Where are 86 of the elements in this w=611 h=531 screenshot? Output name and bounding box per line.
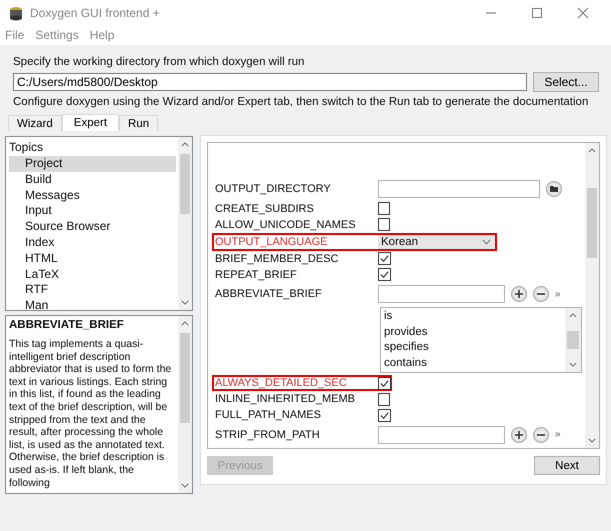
scroll-up-icon[interactable] bbox=[181, 142, 189, 147]
chevron-down-icon bbox=[482, 238, 491, 245]
checkbox[interactable] bbox=[378, 218, 390, 232]
setting-name: OUTPUT_LANGUAGE bbox=[215, 236, 328, 248]
working-dir-field[interactable]: C:/Users/md5800/Desktop bbox=[13, 73, 527, 91]
list-value[interactable]: is bbox=[384, 309, 562, 325]
remove-button[interactable] bbox=[533, 426, 549, 443]
scroll-thumb[interactable] bbox=[180, 154, 190, 214]
checkbox[interactable] bbox=[378, 408, 391, 422]
scroll-down-icon[interactable] bbox=[569, 362, 577, 368]
window-title: Doxygen GUI frontend + bbox=[30, 6, 160, 20]
menu-item[interactable]: Settings bbox=[35, 28, 79, 42]
checkbox[interactable] bbox=[378, 252, 391, 266]
setting-name: INLINE_INHERITED_MEMB bbox=[215, 393, 356, 406]
app-icon bbox=[8, 4, 24, 20]
topic-item[interactable]: Project bbox=[9, 156, 176, 172]
menu-item[interactable]: Help bbox=[90, 28, 114, 42]
topic-item[interactable]: Messages bbox=[9, 188, 176, 204]
scroll-thumb[interactable] bbox=[180, 333, 190, 423]
checkbox[interactable] bbox=[378, 392, 390, 406]
scroll-up-icon[interactable] bbox=[588, 148, 596, 153]
topic-item[interactable]: Source Browser bbox=[9, 219, 176, 235]
list-value[interactable]: specifies bbox=[384, 340, 562, 356]
add-button[interactable] bbox=[511, 426, 527, 443]
checkbox[interactable] bbox=[378, 202, 390, 216]
scrollbar[interactable] bbox=[178, 137, 192, 310]
topic-item[interactable]: Input bbox=[9, 203, 176, 220]
scroll-thumb[interactable] bbox=[587, 188, 597, 258]
working-dir-label: Specify the working directory from which doxygen will run bbox=[13, 55, 304, 69]
add-button[interactable] bbox=[511, 286, 527, 302]
topic-item[interactable]: HTML bbox=[9, 250, 176, 267]
scroll-thumb[interactable] bbox=[567, 331, 579, 350]
help-text: This tag implements a quasi-intelligent brief description abbreviator that is used to form the text in various listings. Each string in this list, if found as the leading text of the brief description, will be stripped from the text and the result, after processing the whole list, is used as the annotated text. Otherwise, the brief description is used as-is. If left blank, the following bbox=[9, 338, 172, 490]
topic-item[interactable]: Build bbox=[9, 172, 176, 188]
tab[interactable]: Expert bbox=[62, 114, 120, 131]
setting-name: ABBREVIATE_BRIEF bbox=[215, 288, 323, 300]
setting-name: BRIEF_MEMBER_DESC bbox=[215, 252, 340, 265]
setting-name: ALLOW_UNICODE_NAMES bbox=[215, 218, 357, 231]
setting-name: CREATE_SUBDIRS bbox=[215, 202, 315, 215]
setting-name: ALWAYS_DETAILED_SEC bbox=[215, 377, 348, 390]
tab[interactable]: Run bbox=[119, 115, 158, 131]
minus-icon bbox=[537, 290, 545, 298]
scrollbar[interactable] bbox=[565, 308, 581, 372]
scroll-down-icon[interactable] bbox=[181, 300, 189, 305]
folder-icon bbox=[550, 186, 558, 192]
topic-item[interactable]: RTF bbox=[9, 282, 176, 298]
list-value[interactable]: contains bbox=[384, 356, 562, 372]
expand-button[interactable]: » bbox=[549, 288, 561, 300]
check-icon bbox=[379, 378, 390, 389]
check-icon bbox=[379, 410, 390, 421]
expand-button[interactable]: » bbox=[549, 429, 561, 440]
scrollbar[interactable] bbox=[178, 316, 192, 493]
setting-field[interactable] bbox=[378, 180, 540, 198]
plus-icon bbox=[515, 430, 523, 439]
check-icon bbox=[379, 253, 390, 264]
language-dropdown[interactable]: Korean bbox=[378, 234, 495, 249]
check-icon bbox=[379, 269, 390, 280]
setting-field[interactable] bbox=[378, 285, 505, 303]
plus-icon bbox=[515, 290, 523, 298]
scroll-down-icon[interactable] bbox=[588, 438, 596, 443]
maximize-icon[interactable] bbox=[531, 6, 543, 18]
setting-field[interactable] bbox=[378, 426, 505, 444]
scroll-up-icon[interactable] bbox=[569, 313, 577, 318]
topic-item[interactable]: Man bbox=[9, 298, 176, 314]
scrollbar[interactable] bbox=[585, 143, 599, 448]
setting-name: FULL_PATH_NAMES bbox=[215, 409, 322, 422]
topics-heading: Topics bbox=[9, 139, 44, 156]
select-button[interactable]: Select... bbox=[533, 72, 599, 92]
setting-name: REPEAT_BRIEF bbox=[215, 268, 298, 281]
list-value[interactable]: provides bbox=[384, 324, 562, 340]
close-icon[interactable] bbox=[577, 6, 589, 18]
tab[interactable]: Wizard bbox=[8, 115, 62, 131]
setting-name: STRIP_FROM_PATH bbox=[215, 428, 321, 441]
scroll-down-icon[interactable] bbox=[181, 483, 189, 488]
scroll-up-icon[interactable] bbox=[181, 321, 189, 326]
help-title: ABBREVIATE_BRIEF bbox=[9, 318, 125, 333]
topic-item[interactable]: LaTeX bbox=[9, 266, 176, 282]
next-button[interactable]: Next bbox=[534, 456, 600, 475]
remove-button[interactable] bbox=[533, 286, 549, 302]
menu-item[interactable]: File bbox=[5, 28, 24, 42]
checkbox[interactable] bbox=[378, 376, 391, 390]
instruction-text: Configure doxygen using the Wizard and/or Expert tab, then switch to the Run tab to generate the documentation bbox=[13, 95, 588, 109]
checkbox[interactable] bbox=[378, 268, 391, 282]
setting-name: OUTPUT_DIRECTORY bbox=[215, 183, 332, 196]
topic-item[interactable]: Index bbox=[9, 234, 176, 251]
folder-button[interactable] bbox=[546, 181, 562, 198]
